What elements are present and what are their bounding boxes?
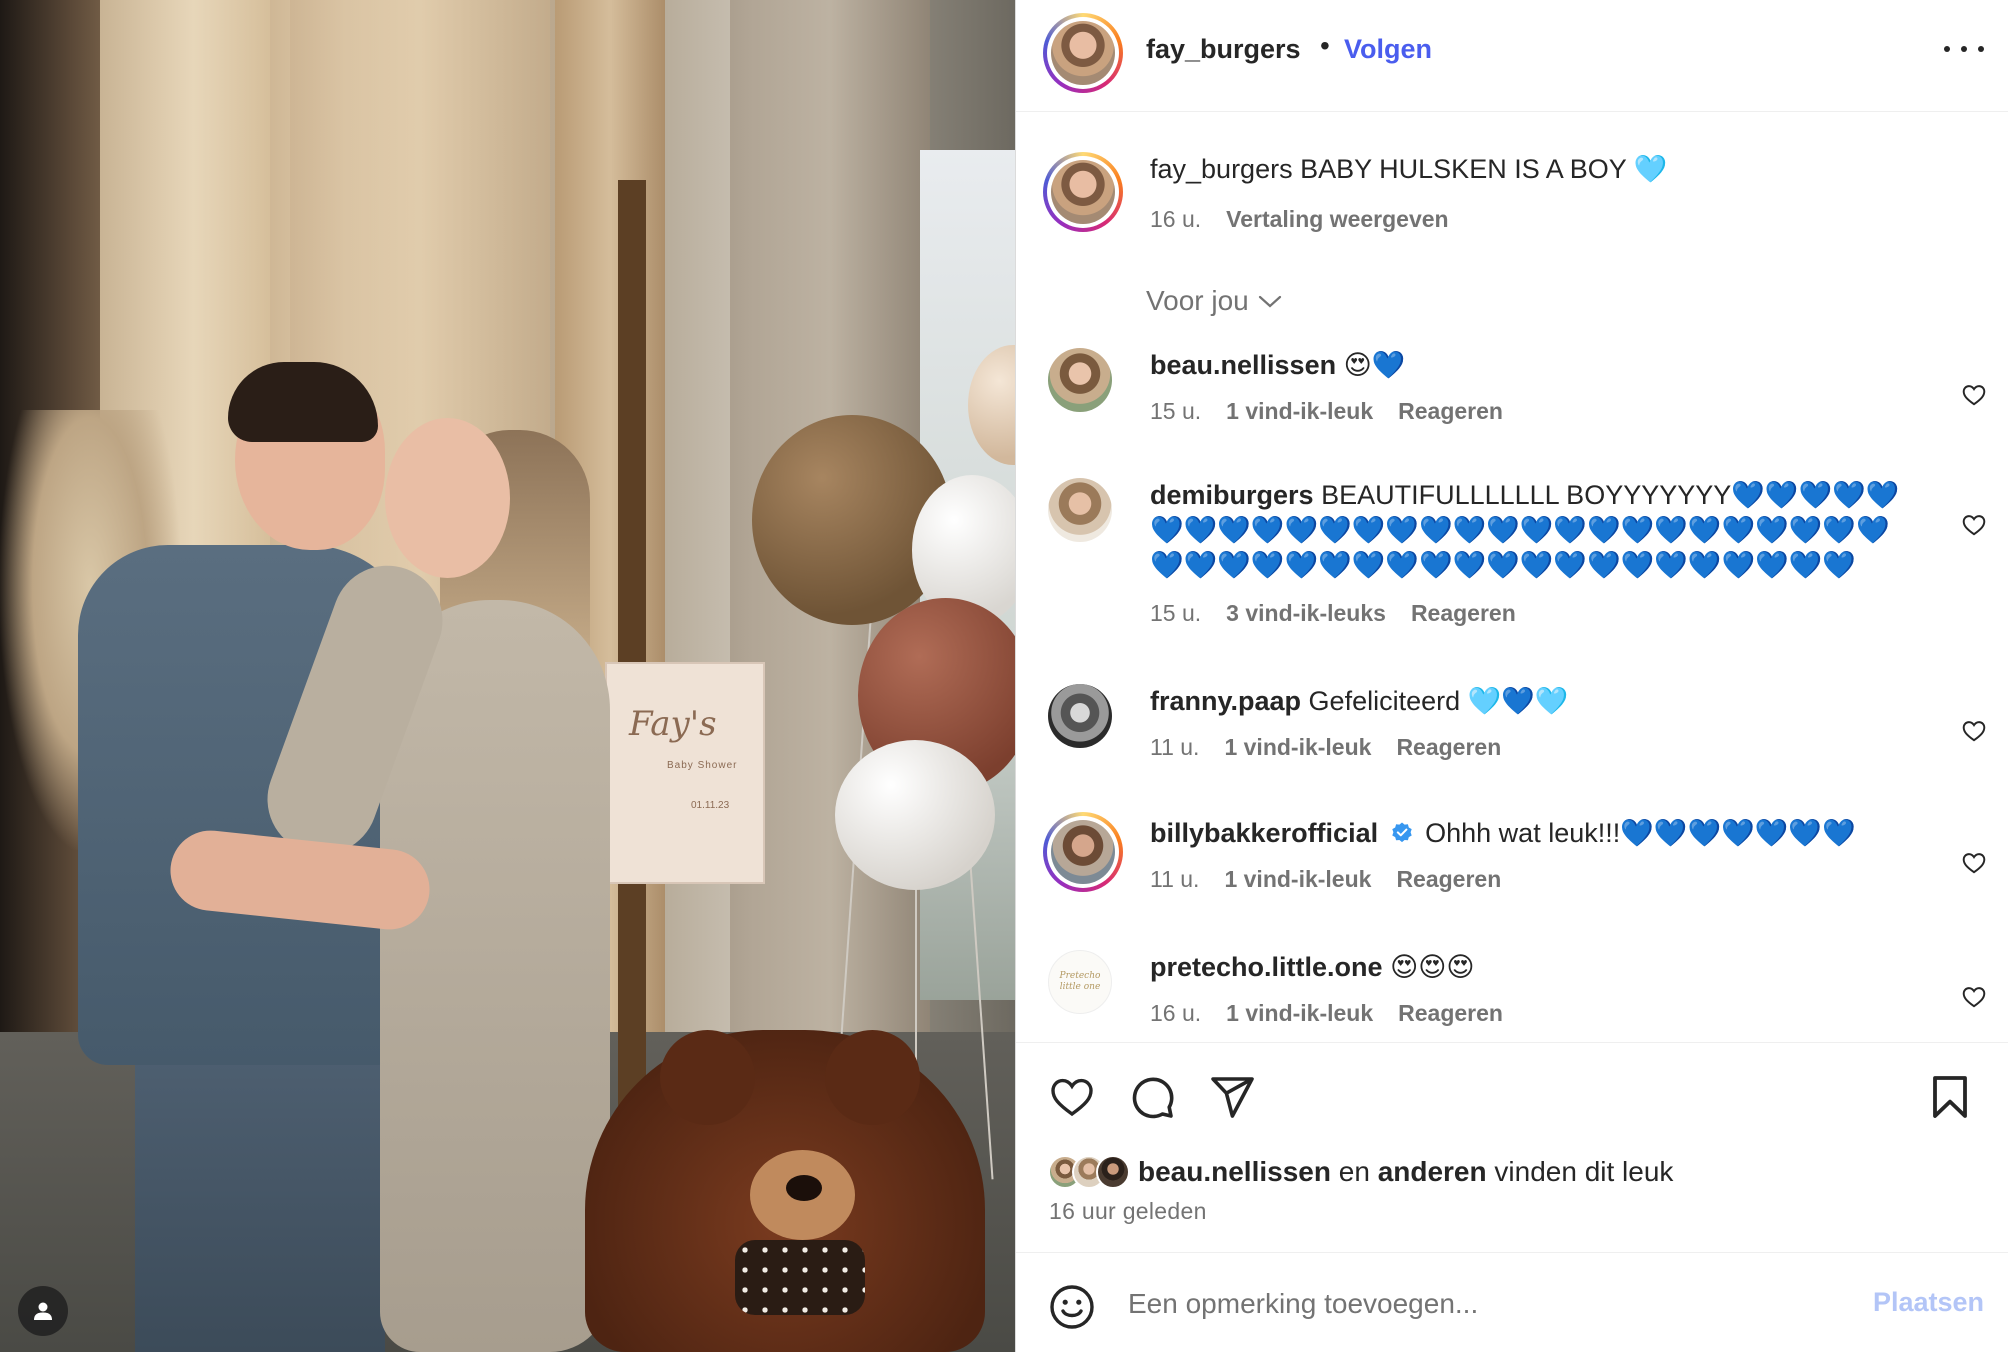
comment-time[interactable]: 16 u. xyxy=(1150,1000,1201,1027)
comment-filter-label: Voor jou xyxy=(1146,285,1249,316)
author-avatar[interactable] xyxy=(1043,152,1123,232)
teddy-bear xyxy=(660,1030,755,1125)
commenter-avatar[interactable] xyxy=(1048,478,1112,542)
author-username[interactable]: fay_burgers xyxy=(1146,34,1301,65)
heart-icon[interactable] xyxy=(1048,1073,1096,1121)
comment-username[interactable]: billybakkerofficial xyxy=(1150,818,1378,848)
likes-connector: en xyxy=(1338,1156,1370,1187)
comment-text: Ohhh wat leuk!!!💙💙💙💙💙💙💙 xyxy=(1425,818,1856,848)
commenter-avatar[interactable]: Pretecho little one xyxy=(1048,950,1112,1014)
teddy-bear xyxy=(786,1175,822,1201)
balloon xyxy=(835,740,995,890)
person-woman xyxy=(380,600,610,1352)
comment-text: 😍💙 xyxy=(1343,350,1406,380)
comment-likes[interactable]: 3 vind-ik-leuks xyxy=(1226,600,1386,627)
comment-username[interactable]: demiburgers xyxy=(1150,480,1314,510)
chevron-down-icon xyxy=(1258,295,1281,308)
pretecho-logo: Pretecho little one xyxy=(1059,971,1101,992)
post-comment-button[interactable]: Plaatsen xyxy=(1873,1287,1984,1318)
post-actions: beau.nellissen en anderen vinden dit leu… xyxy=(1016,1042,2008,1189)
caption-time[interactable]: 16 u. xyxy=(1150,206,1201,233)
likes-suffix: vinden dit leuk xyxy=(1494,1156,1674,1187)
comment-text: Gefeliciteerd 🩵💙🩵 xyxy=(1308,686,1569,716)
reply-button[interactable]: Reageren xyxy=(1398,398,1503,425)
person-woman xyxy=(385,418,510,578)
more-options-icon[interactable] xyxy=(1944,34,1984,64)
first-liker[interactable]: beau.nellissen xyxy=(1138,1156,1331,1187)
add-comment-bar: Plaatsen xyxy=(1016,1252,2008,1352)
heart-icon[interactable] xyxy=(1961,718,1987,744)
comment-likes[interactable]: 1 vind-ik-leuk xyxy=(1226,398,1373,425)
comment-time[interactable]: 15 u. xyxy=(1150,398,1201,425)
commenter-avatar[interactable] xyxy=(1048,684,1112,748)
user-tag-button[interactable] xyxy=(18,1286,68,1336)
comments-list[interactable]: fay_burgers BABY HULSKEN IS A BOY 🩵 16 u… xyxy=(1016,112,2008,1042)
comment-username[interactable]: pretecho.little.one xyxy=(1150,952,1383,982)
comment-likes[interactable]: 1 vind-ik-leuk xyxy=(1226,1000,1373,1027)
heart-icon[interactable] xyxy=(1961,850,1987,876)
comment-time[interactable]: 15 u. xyxy=(1150,600,1201,627)
commenter-avatar[interactable] xyxy=(1043,812,1123,892)
reply-button[interactable]: Reageren xyxy=(1396,734,1501,761)
post-photo: Fay's Baby Shower 01.11.23 xyxy=(0,0,1015,1352)
reply-button[interactable]: Reageren xyxy=(1398,1000,1503,1027)
follow-button[interactable]: Volgen xyxy=(1344,34,1432,65)
post-sidebar: fay_burgers • Volgen fay_burgers BABY HU… xyxy=(1015,0,2008,1352)
liker-avatar xyxy=(1096,1155,1130,1189)
comment-username[interactable]: franny.paap xyxy=(1150,686,1301,716)
others-link[interactable]: anderen xyxy=(1378,1156,1487,1187)
comment-input[interactable] xyxy=(1128,1281,1808,1327)
smiley-icon[interactable] xyxy=(1048,1283,1096,1331)
baby-shower-sign: Fay's Baby Shower 01.11.23 xyxy=(605,662,765,884)
comment-username[interactable]: beau.nellissen xyxy=(1150,350,1336,380)
post-timestamp[interactable]: 16 uur geleden xyxy=(1049,1198,1207,1225)
translate-link[interactable]: Vertaling weergeven xyxy=(1226,206,1448,233)
caption-text: BABY HULSKEN IS A BOY 🩵 xyxy=(1300,154,1668,184)
teddy-bear xyxy=(735,1240,865,1315)
comment-filter-dropdown[interactable]: Voor jou xyxy=(1146,285,1283,317)
comment-likes[interactable]: 1 vind-ik-leuk xyxy=(1224,734,1371,761)
commenter-avatar[interactable] xyxy=(1048,348,1112,412)
author-avatar[interactable] xyxy=(1043,13,1123,93)
comment-icon[interactable] xyxy=(1128,1073,1176,1121)
caption-username[interactable]: fay_burgers xyxy=(1150,154,1293,184)
paper-plane-icon[interactable] xyxy=(1208,1073,1256,1121)
heart-icon[interactable] xyxy=(1961,984,1987,1010)
separator-dot: • xyxy=(1320,30,1330,61)
reply-button[interactable]: Reageren xyxy=(1396,866,1501,893)
likes-summary[interactable]: beau.nellissen en anderen vinden dit leu… xyxy=(1048,1151,1673,1193)
post-header: fay_burgers • Volgen xyxy=(1016,0,2008,112)
teddy-bear xyxy=(825,1030,920,1125)
comment-time[interactable]: 11 u. xyxy=(1150,734,1199,761)
comment-time[interactable]: 11 u. xyxy=(1150,866,1199,893)
reply-button[interactable]: Reageren xyxy=(1411,600,1516,627)
heart-icon[interactable] xyxy=(1961,512,1987,538)
comment-likes[interactable]: 1 vind-ik-leuk xyxy=(1224,866,1371,893)
verified-badge-icon xyxy=(1391,822,1412,843)
user-tag-icon xyxy=(34,1302,52,1320)
heart-icon[interactable] xyxy=(1961,382,1987,408)
comment-text: 😍😍😍 xyxy=(1390,952,1475,982)
bookmark-icon[interactable] xyxy=(1926,1073,1974,1121)
